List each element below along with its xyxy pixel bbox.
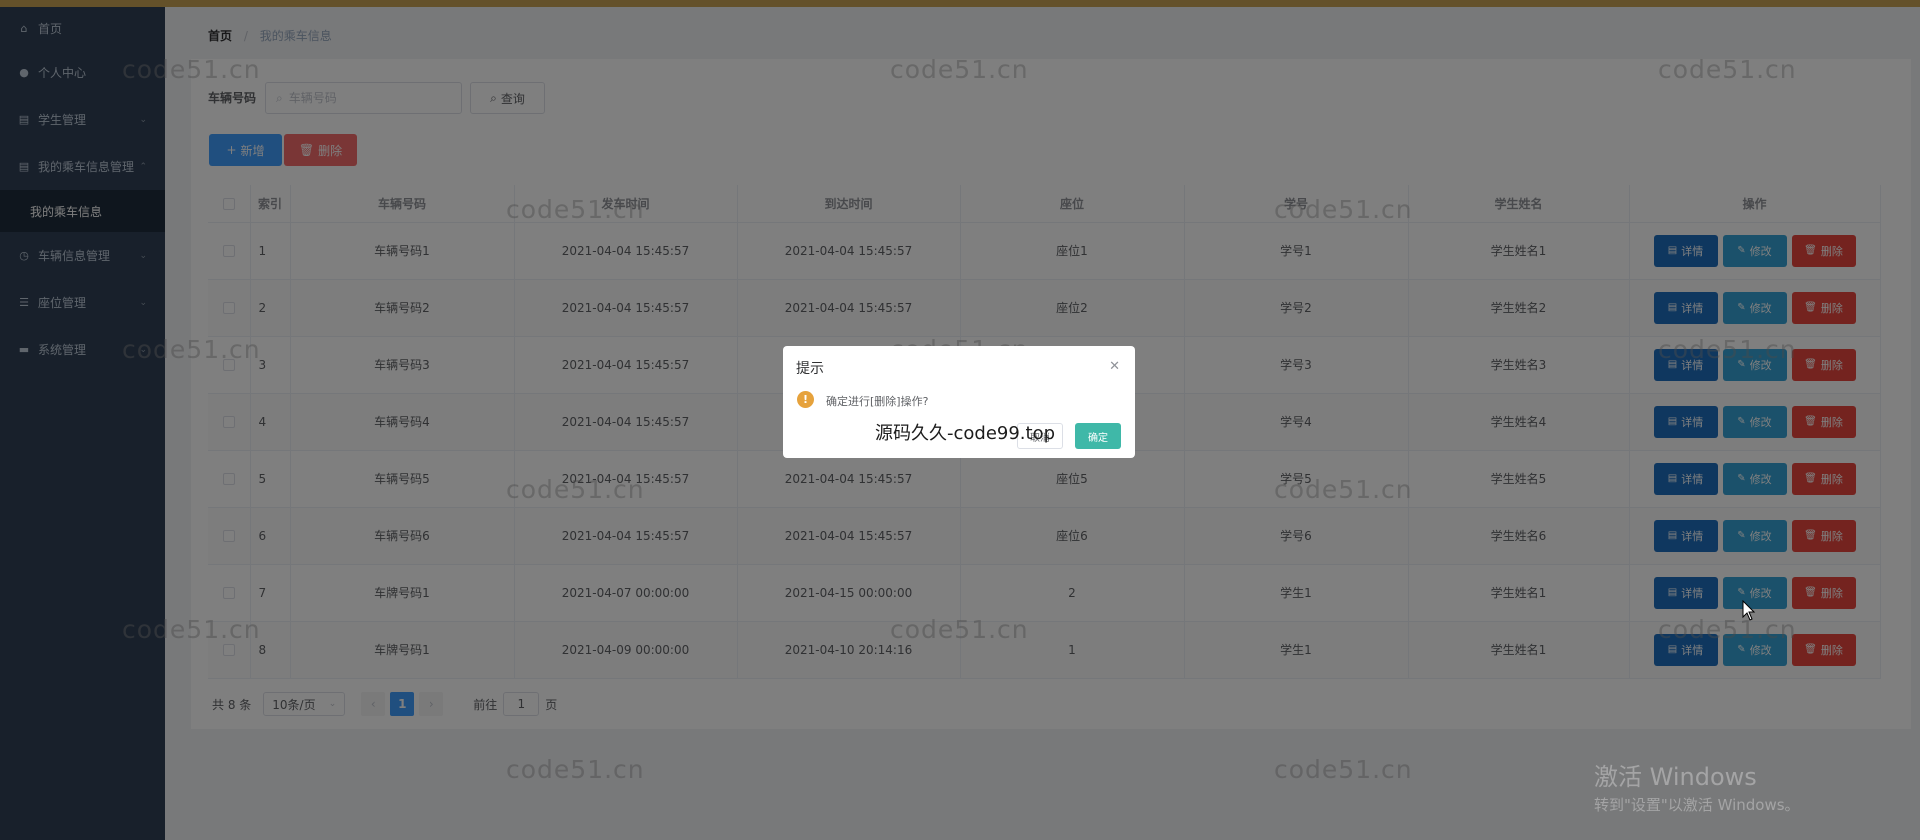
windows-activation-title: 激活 Windows <box>1594 763 1757 791</box>
mouse-cursor-icon <box>1742 600 1756 621</box>
dialog-message: 确定进行[删除]操作? <box>826 395 929 408</box>
dialog-title: 提示 <box>796 361 824 377</box>
windows-activation-notice: 激活 Windows 转到"设置"以激活 Windows。 <box>1594 757 1800 815</box>
close-icon[interactable]: ✕ <box>1109 359 1120 374</box>
confirm-dialog: 提示 ✕ ! 确定进行[删除]操作? 取消 确定 源码久久-code99.top <box>783 346 1135 458</box>
windows-activation-subtitle: 转到"设置"以激活 Windows。 <box>1594 796 1800 814</box>
confirm-button[interactable]: 确定 <box>1075 423 1121 449</box>
warning-icon: ! <box>797 391 814 408</box>
source-watermark-text: 源码久久-code99.top <box>875 423 1056 444</box>
